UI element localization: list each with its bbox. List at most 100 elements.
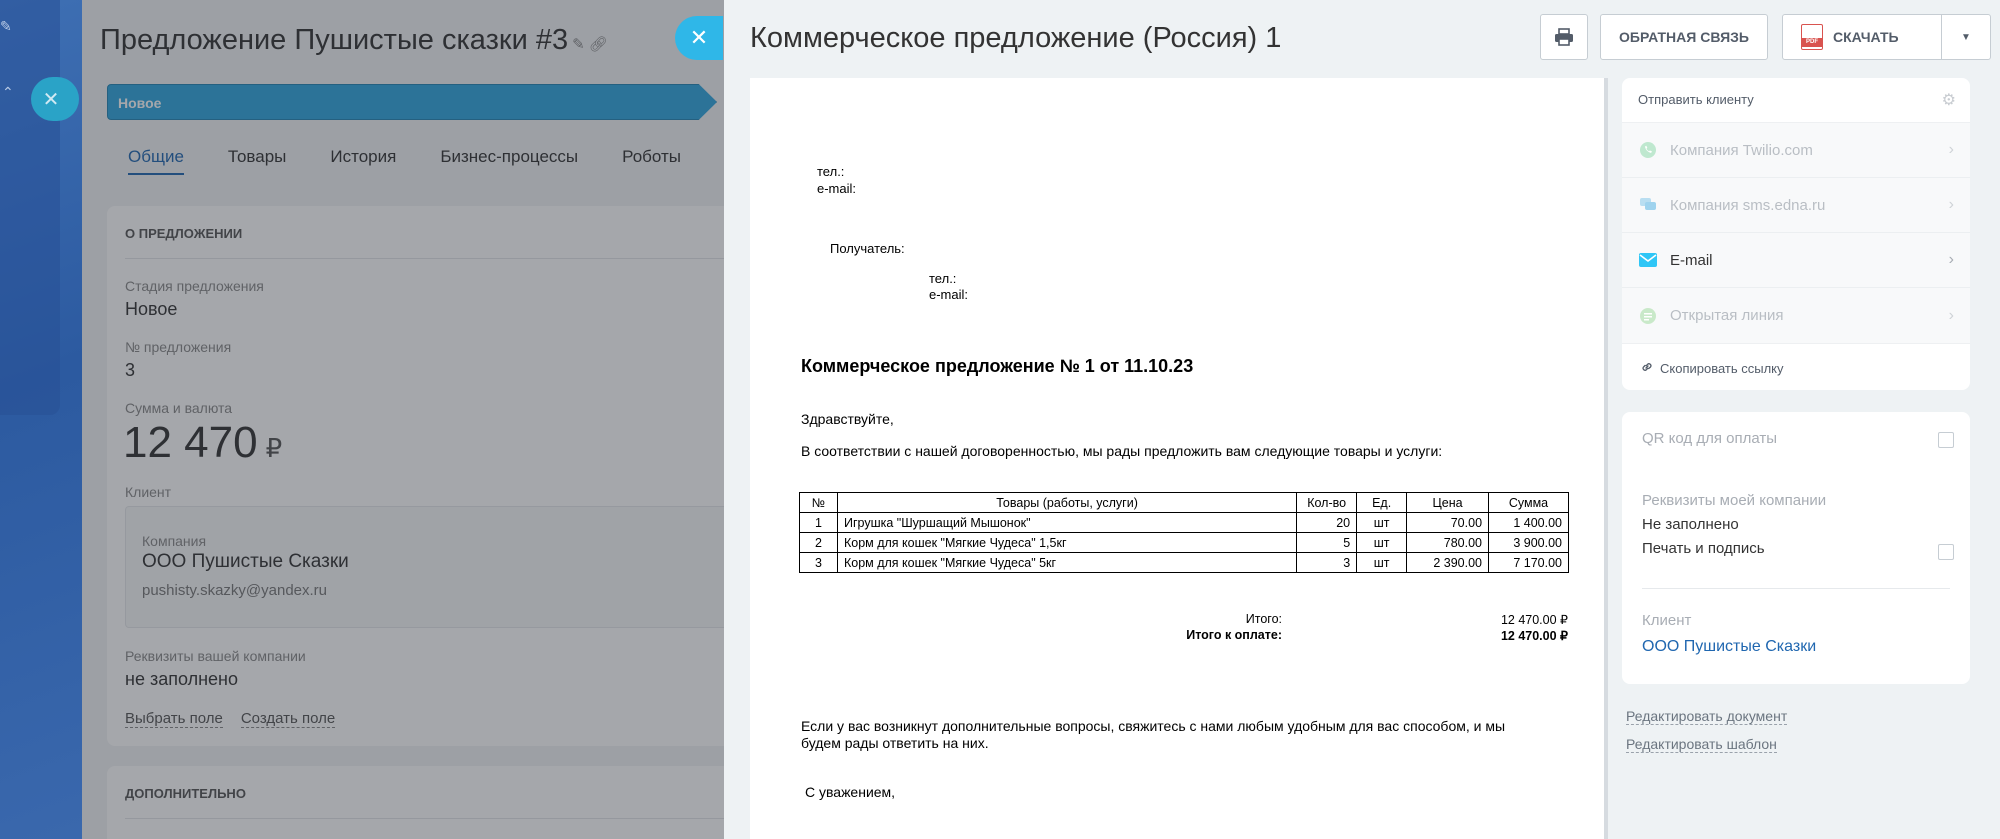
open-line-icon — [1638, 306, 1658, 326]
link-icon[interactable]: 🔗︎ — [589, 36, 608, 53]
products-table: № Товары (работы, услуги) Кол-во Ед. Цен… — [799, 492, 1569, 573]
tab-history[interactable]: История — [330, 147, 396, 175]
cell-unit: шт — [1356, 512, 1408, 533]
feedback-button[interactable]: ОБРАТНАЯ СВЯЗЬ — [1600, 14, 1768, 60]
channel-sms-edna[interactable]: Компания sms.edna.ru › — [1622, 178, 1970, 233]
stage-value[interactable]: Новое — [125, 299, 177, 320]
tab-business-processes[interactable]: Бизнес-процессы — [440, 147, 578, 175]
col-unit: Ед. — [1356, 492, 1408, 513]
client-box[interactable]: Компания ООО Пушистые Сказки pushisty.sk… — [125, 506, 724, 628]
about-section-title: О ПРЕДЛОЖЕНИИ — [125, 226, 243, 241]
requisites-value: не заполнено — [125, 669, 238, 689]
cell-product: Игрушка "Шуршащий Мышонок" — [836, 512, 1298, 533]
closing-line-2: будем рады ответить на них. — [801, 735, 989, 751]
deal-page: Предложение Пушистые сказки #3 ✎ 🔗︎ Новое … — [82, 0, 724, 839]
my-company-requisites-value: Не заполнено — [1642, 516, 1739, 533]
greeting: Здравствуйте, — [801, 411, 894, 427]
channel-open-line[interactable]: Открытая линия › — [1622, 288, 1970, 343]
total-label: Итого: — [1245, 612, 1282, 626]
document-preview: тел.: e-mail: Получатель: тел.: e-mail: … — [750, 78, 1608, 839]
col-price: Цена — [1406, 492, 1490, 513]
download-button[interactable]: PDF СКАЧАТЬ — [1782, 14, 1942, 60]
about-card: О ПРЕДЛОЖЕНИИ Стадия предложения Новое №… — [107, 206, 724, 746]
recipient-phone: тел.: — [929, 271, 957, 286]
channel-label: Компания Twilio.com — [1670, 141, 1813, 159]
chevron-right-icon: › — [1948, 196, 1954, 213]
download-label: СКАЧАТЬ — [1833, 29, 1899, 45]
gear-icon[interactable]: ⚙ — [1942, 90, 1956, 110]
to-pay-label: Итого к оплате: — [1186, 628, 1282, 642]
extra-section-title: ДОПОЛНИТЕЛЬНО — [125, 786, 246, 801]
document-info-panel: QR код для оплаты Реквизиты моей компани… — [1622, 412, 1970, 684]
cell-number: 1 — [799, 512, 838, 533]
stage-bar[interactable]: Новое — [107, 84, 717, 120]
number-value: 3 — [125, 360, 136, 380]
channel-email[interactable]: E-mail › — [1622, 233, 1970, 288]
stage-bar-label: Новое — [118, 95, 162, 111]
number-label: № предложения — [125, 339, 232, 355]
channel-twilio[interactable]: Компания Twilio.com › — [1622, 123, 1970, 178]
total-value: 12 470.00 ₽ — [1500, 613, 1568, 627]
copy-link-button[interactable]: Скопировать ссылку — [1640, 360, 1784, 377]
company-name[interactable]: ООО Пушистые Сказки — [142, 551, 349, 573]
pdf-badge: PDF — [1802, 38, 1822, 47]
choose-field-link[interactable]: Выбрать поле — [125, 710, 223, 728]
sum-value[interactable]: 12 470 ₽ — [123, 418, 282, 468]
cell-product: Корм для кошек "Мягкие Чудеса" 5кг — [836, 552, 1298, 573]
tab-general[interactable]: Общие — [128, 147, 184, 175]
edit-template-link[interactable]: Редактировать шаблон — [1626, 736, 1777, 753]
close-icon: ✕ — [689, 25, 709, 50]
deal-title: Предложение Пушистые сказки #3 ✎ 🔗︎ — [100, 24, 608, 57]
sender-email: e-mail: — [817, 181, 857, 196]
cell-unit: шт — [1356, 532, 1408, 553]
channel-label: Компания sms.edna.ru — [1670, 196, 1826, 214]
cell-qty: 5 — [1296, 532, 1358, 553]
extra-card: ДОПОЛНИТЕЛЬНО — [107, 766, 724, 839]
company-label: Компания — [142, 533, 207, 549]
print-button[interactable] — [1540, 14, 1588, 60]
deal-title-text: Предложение Пушистые сказки #3 — [100, 24, 569, 56]
cell-number: 2 — [799, 532, 838, 553]
link-icon — [1640, 360, 1654, 377]
tab-robots[interactable]: Роботы — [622, 147, 681, 175]
qr-checkbox[interactable] — [1938, 432, 1954, 448]
close-slider-button[interactable]: ✕ — [675, 16, 723, 60]
sum-label: Сумма и валюта — [125, 400, 233, 416]
info-client-label: Клиент — [1642, 612, 1692, 629]
copy-link-label: Скопировать ссылку — [1660, 361, 1784, 376]
to-pay-value: 12 470.00 ₽ — [1500, 629, 1568, 643]
edit-icon[interactable]: ✎ — [572, 36, 585, 53]
sms-icon — [1638, 195, 1658, 215]
cell-sum: 1 400.00 — [1488, 512, 1569, 533]
recipient-email: e-mail: — [929, 287, 969, 302]
print-sign-checkbox[interactable] — [1938, 544, 1954, 560]
chevron-right-icon: › — [1948, 251, 1954, 268]
cell-price: 780.00 — [1406, 532, 1490, 553]
deal-tabs: Общие Товары История Бизнес-процессы Роб… — [128, 147, 681, 175]
cell-sum: 3 900.00 — [1488, 532, 1569, 553]
sum-currency: ₽ — [265, 433, 283, 463]
channel-label: Открытая линия — [1670, 307, 1784, 324]
download-dropdown-button[interactable]: ▼ — [1941, 14, 1991, 60]
create-field-link[interactable]: Создать поле — [240, 710, 336, 728]
col-number: № — [799, 492, 838, 513]
field-links: Выбрать поле Создать поле — [125, 710, 336, 728]
background-close-icon[interactable]: ✕ — [31, 77, 79, 121]
edit-document-link[interactable]: Редактировать документ — [1626, 708, 1788, 725]
company-email[interactable]: pushisty.skazky@yandex.ru — [142, 582, 327, 599]
cell-unit: шт — [1356, 552, 1408, 573]
regards: С уважением, — [805, 784, 896, 800]
cell-price: 2 390.00 — [1406, 552, 1490, 573]
info-client-link[interactable]: ООО Пушистые Сказки — [1642, 638, 1816, 656]
col-sum: Сумма — [1488, 492, 1569, 513]
tab-products[interactable]: Товары — [228, 147, 286, 175]
background-panel — [0, 0, 60, 415]
print-sign-label: Печать и подпись — [1642, 540, 1765, 557]
table-header-row: № Товары (работы, услуги) Кол-во Ед. Цен… — [799, 492, 1569, 513]
document-slider: Коммерческое предложение (Россия) 1 ОБРА… — [724, 0, 2000, 839]
cell-qty: 3 — [1296, 552, 1358, 573]
document-heading: Коммерческое предложение № 1 от 11.10.23 — [801, 356, 1194, 376]
send-panel-title: Отправить клиенту — [1638, 92, 1754, 107]
divider — [125, 818, 724, 819]
chevron-down-icon: ▼ — [1961, 31, 1971, 43]
